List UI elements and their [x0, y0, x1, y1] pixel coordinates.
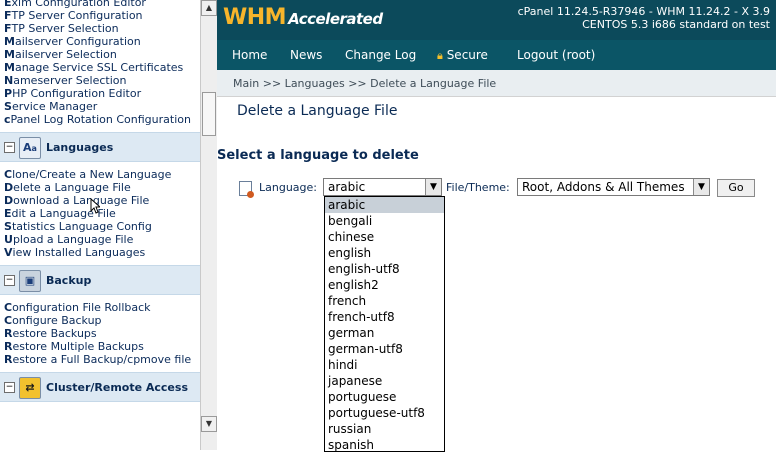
collapse-icon[interactable]: − — [4, 142, 15, 153]
mouse-cursor-icon — [90, 198, 100, 214]
dropdown-option[interactable]: german — [325, 325, 444, 341]
nav-changelog[interactable]: Change Log — [345, 48, 416, 62]
dropdown-option[interactable]: french-utf8 — [325, 309, 444, 325]
brand-bar: WHM Accelerated cPanel 11.24.5-R37946 - W… — [217, 0, 776, 40]
sidebar-link[interactable]: Service Manager — [4, 100, 200, 113]
sidebar-link[interactable]: Configure Backup — [4, 314, 200, 327]
dropdown-option[interactable]: english — [325, 245, 444, 261]
dropdown-option[interactable]: arabic — [325, 197, 444, 213]
section-title: Select a language to delete — [217, 148, 419, 163]
top-nav: Home News Change Log 🔒︎ Secure Logout (r… — [217, 40, 776, 70]
language-select[interactable]: arabic ▼ — [323, 178, 442, 196]
dropdown-option[interactable]: hindi — [325, 357, 444, 373]
scroll-thumb[interactable] — [202, 92, 216, 136]
sidebar-link[interactable]: Edit a Language File — [4, 207, 200, 220]
cluster-icon: ⇄ — [19, 377, 41, 399]
nav-secure[interactable]: 🔒︎ Secure — [437, 48, 488, 63]
dropdown-option[interactable]: english2 — [325, 277, 444, 293]
dropdown-option[interactable]: english-utf8 — [325, 261, 444, 277]
dropdown-option[interactable]: portuguese — [325, 389, 444, 405]
dropdown-option[interactable]: portuguese-utf8 — [325, 405, 444, 421]
section-header-backup[interactable]: − ▣ Backup — [0, 265, 200, 295]
sidebar-link[interactable]: Upload a Language File — [4, 233, 200, 246]
language-dropdown-list[interactable]: arabic bengali chinese english english-utf8 e… — [324, 196, 445, 452]
sidebar-link[interactable]: Download a Language File — [4, 194, 200, 207]
language-label: Language: — [259, 181, 317, 194]
dropdown-option[interactable]: bengali — [325, 213, 444, 229]
sidebar-link[interactable]: PHP Configuration Editor — [4, 87, 200, 100]
sidebar-link[interactable]: Configuration File Rollback — [4, 301, 200, 314]
sidebar-link[interactable]: Clone/Create a New Language — [4, 168, 200, 181]
sidebar-link[interactable]: Manage Service SSL Certificates — [4, 61, 200, 74]
collapse-icon[interactable]: − — [4, 382, 15, 393]
sidebar-link[interactable]: Exim Configuration Editor — [4, 0, 200, 9]
scroll-up-icon[interactable]: ▲ — [201, 0, 217, 16]
link-list: Clone/Create a New Language Delete a Lang… — [0, 168, 200, 259]
dropdown-option[interactable]: japanese — [325, 373, 444, 389]
nav-news[interactable]: News — [290, 48, 322, 62]
whm-logo: WHM Accelerated — [223, 5, 383, 30]
version-line: cPanel 11.24.5-R37946 - WHM 11.24.2 - X … — [517, 5, 770, 18]
sidebar-link[interactable]: Nameserver Selection — [4, 74, 200, 87]
section-title: Cluster/Remote Access — [46, 381, 188, 394]
go-button[interactable]: Go — [717, 179, 755, 197]
dropdown-option[interactable]: french — [325, 293, 444, 309]
sidebar-link[interactable]: Statistics Language Config — [4, 220, 200, 233]
link-list: Exim Configuration Editor FTP Server Conf… — [0, 0, 200, 126]
sidebar-link[interactable]: FTP Server Selection — [4, 22, 200, 35]
theme-label: File/Theme: — [446, 181, 510, 194]
main-content: WHM Accelerated cPanel 11.24.5-R37946 - W… — [217, 0, 776, 452]
scroll-down-icon[interactable]: ▼ — [201, 416, 217, 432]
languages-icon: Aa — [19, 137, 41, 159]
section-title: Languages — [46, 141, 114, 154]
theme-select[interactable]: Root, Addons & All Themes ▼ — [517, 178, 710, 196]
document-icon — [239, 181, 254, 198]
dropdown-option[interactable]: german-utf8 — [325, 341, 444, 357]
sidebar-link[interactable]: Delete a Language File — [4, 181, 200, 194]
sidebar-link[interactable]: cPanel Log Rotation Configuration — [4, 113, 200, 126]
chevron-down-icon[interactable]: ▼ — [693, 179, 709, 195]
nav-logout[interactable]: Logout (root) — [517, 48, 595, 62]
sidebar-link[interactable]: View Installed Languages — [4, 246, 200, 259]
sidebar-link[interactable]: Restore Multiple Backups — [4, 340, 200, 353]
sidebar-link[interactable]: Mailserver Configuration — [4, 35, 200, 48]
page-title: Delete a Language File — [237, 103, 398, 119]
sidebar-link[interactable]: Mailserver Selection — [4, 48, 200, 61]
sidebar-link[interactable]: Restore a Full Backup/cpmove file — [4, 353, 200, 366]
section-header-cluster[interactable]: − ⇄ Cluster/Remote Access — [0, 372, 200, 402]
chevron-down-icon[interactable]: ▼ — [425, 179, 441, 195]
breadcrumb: Main >> Languages >> Delete a Language F… — [217, 70, 776, 97]
left-sidebar: Exim Configuration Editor FTP Server Conf… — [0, 0, 201, 450]
os-line: CENTOS 5.3 i686 standard on test — [582, 18, 770, 31]
sidebar-link[interactable]: FTP Server Configuration — [4, 9, 200, 22]
lock-icon: 🔒︎ — [437, 49, 443, 62]
version-info: cPanel 11.24.5-R37946 - WHM 11.24.2 - X … — [518, 5, 770, 31]
section-header-languages[interactable]: − Aa Languages — [0, 132, 200, 162]
dropdown-option[interactable]: chinese — [325, 229, 444, 245]
sidebar-scrollbar[interactable]: ▲ ▼ — [200, 0, 217, 450]
collapse-icon[interactable]: − — [4, 275, 15, 286]
backup-icon: ▣ — [19, 270, 41, 292]
sidebar-link[interactable]: Restore Backups — [4, 327, 200, 340]
link-list: Configuration File Rollback Configure Bac… — [0, 301, 200, 366]
section-title: Backup — [46, 274, 92, 287]
dropdown-option[interactable]: russian — [325, 421, 444, 437]
nav-home[interactable]: Home — [232, 48, 267, 62]
